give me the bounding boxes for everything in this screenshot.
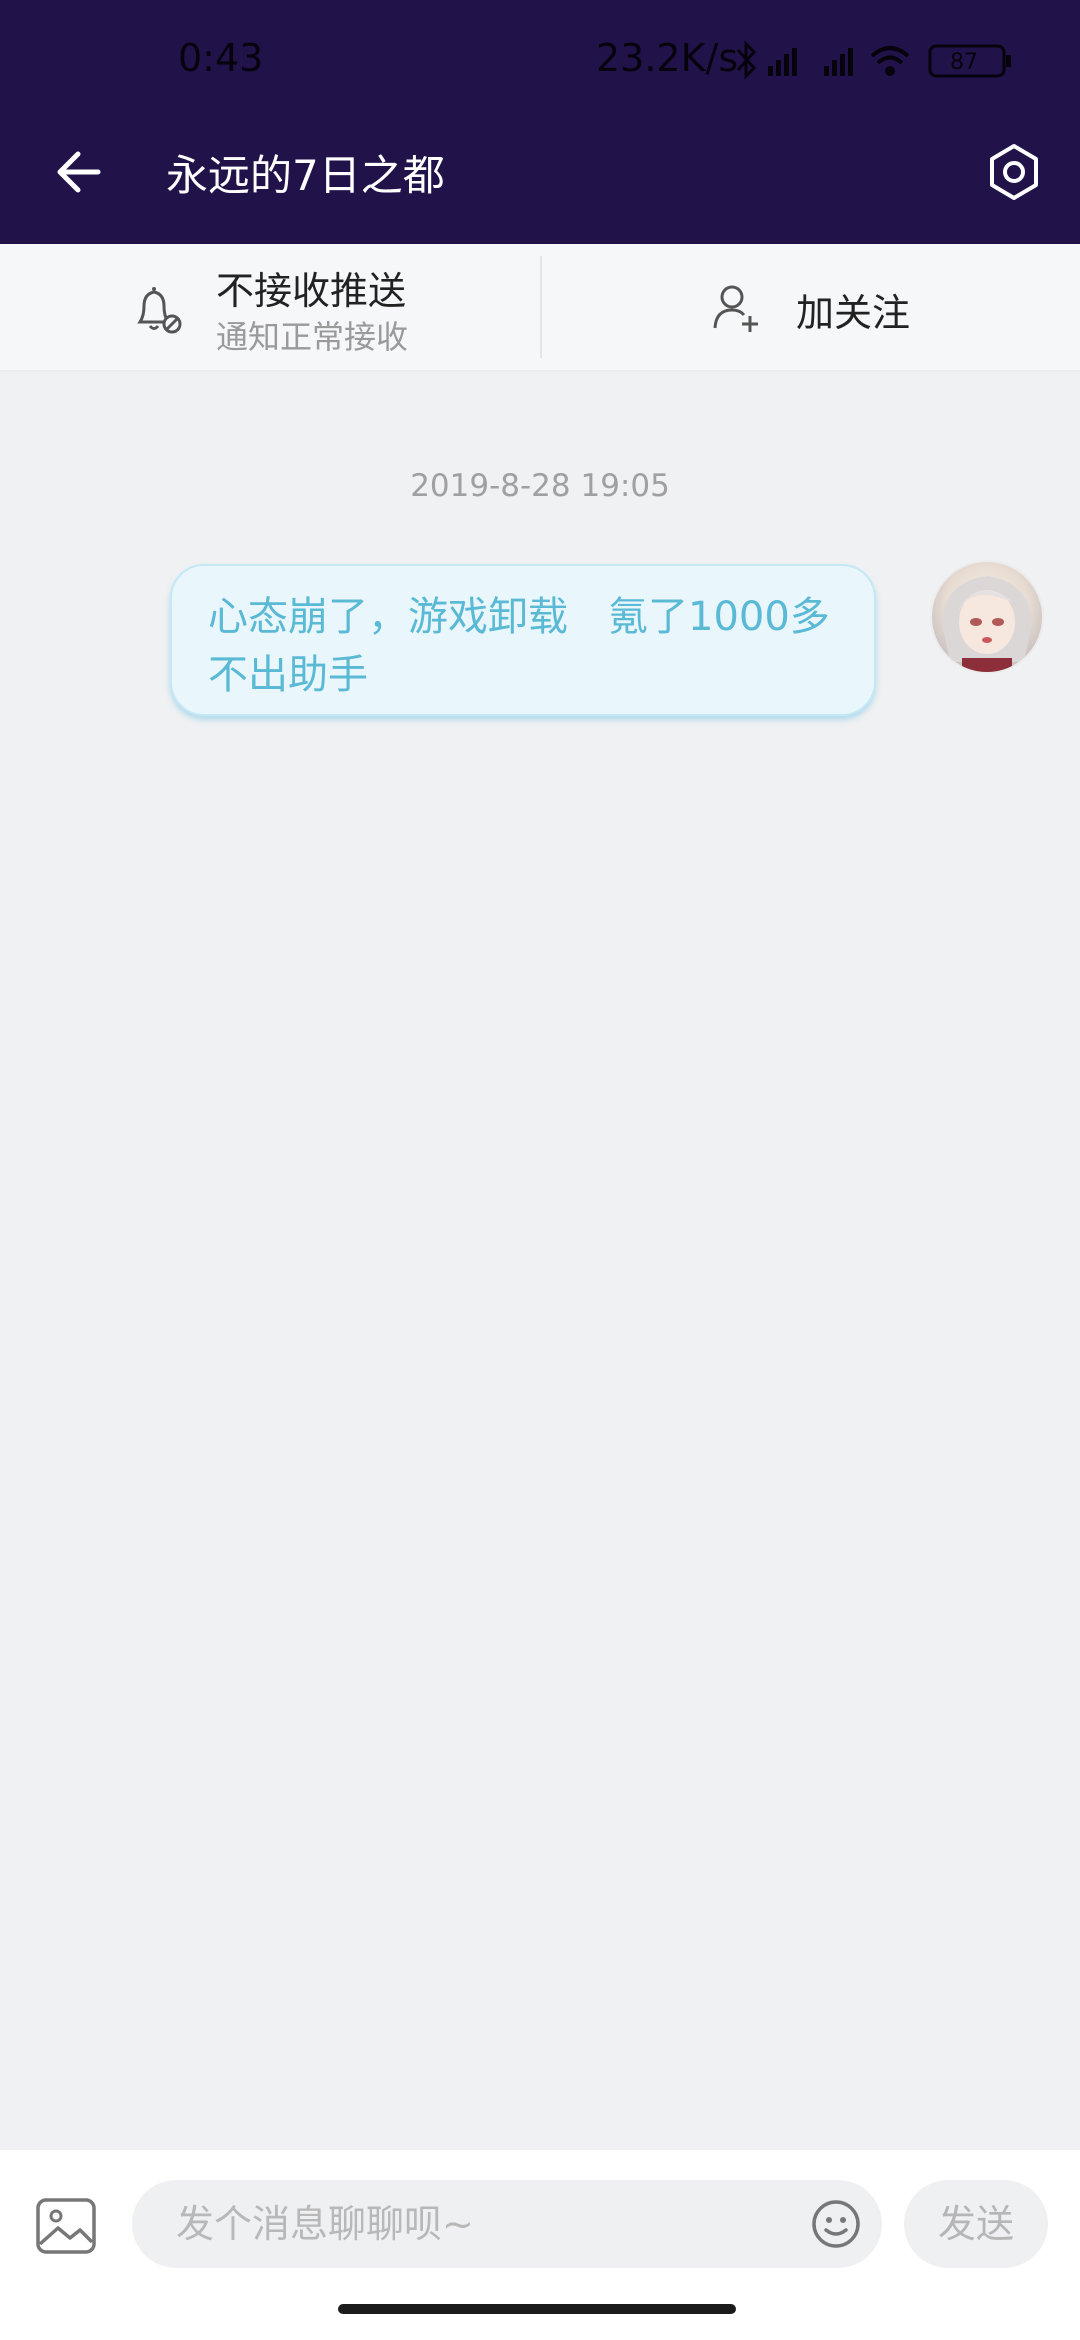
bell-muted-icon (137, 287, 182, 334)
nav-bar: 永远的7日之都 (0, 120, 1080, 244)
settings-hexagon-icon[interactable] (984, 142, 1044, 202)
page-title: 永远的7日之都 (166, 151, 445, 200)
home-indicator[interactable] (338, 2304, 736, 2314)
chat-area[interactable]: 2019-8-28 19:05 心态崩了，游戏卸载 氪了1000多不出助手 (0, 372, 1080, 2150)
add-user-icon (713, 285, 758, 332)
message-input[interactable] (132, 2180, 882, 2268)
signal-icon (768, 48, 853, 76)
avatar-image (942, 576, 1032, 672)
battery-level: 87 (950, 50, 978, 75)
status-bar: 0:43 23.2K/s 87 (0, 0, 1080, 120)
send-button[interactable]: 发送 (904, 2180, 1048, 2268)
follow-label: 加关注 (796, 291, 911, 335)
image-icon[interactable] (34, 2194, 98, 2258)
status-icons: 87 (736, 40, 1011, 80)
message-timestamp: 2019-8-28 19:05 (410, 468, 670, 504)
status-net-speed: 23.2K/s (596, 36, 739, 80)
back-arrow-icon[interactable] (50, 142, 110, 202)
action-bar: 不接收推送 通知正常接收 加关注 (0, 244, 1080, 372)
wifi-icon (870, 46, 910, 76)
bluetooth-icon (736, 40, 757, 80)
battery-icon: 87 (928, 44, 1011, 78)
emoji-icon[interactable] (810, 2198, 862, 2250)
notify-main-label: 不接收推送 (216, 269, 407, 313)
app-header: 0:43 23.2K/s 87 永远的7日之都 (0, 0, 1080, 244)
avatar[interactable] (930, 560, 1044, 674)
divider (540, 256, 542, 358)
message-bubble[interactable]: 心态崩了，游戏卸载 氪了1000多不出助手 (170, 564, 876, 716)
notify-sub-label: 通知正常接收 (216, 318, 409, 356)
status-time: 0:43 (178, 36, 264, 80)
